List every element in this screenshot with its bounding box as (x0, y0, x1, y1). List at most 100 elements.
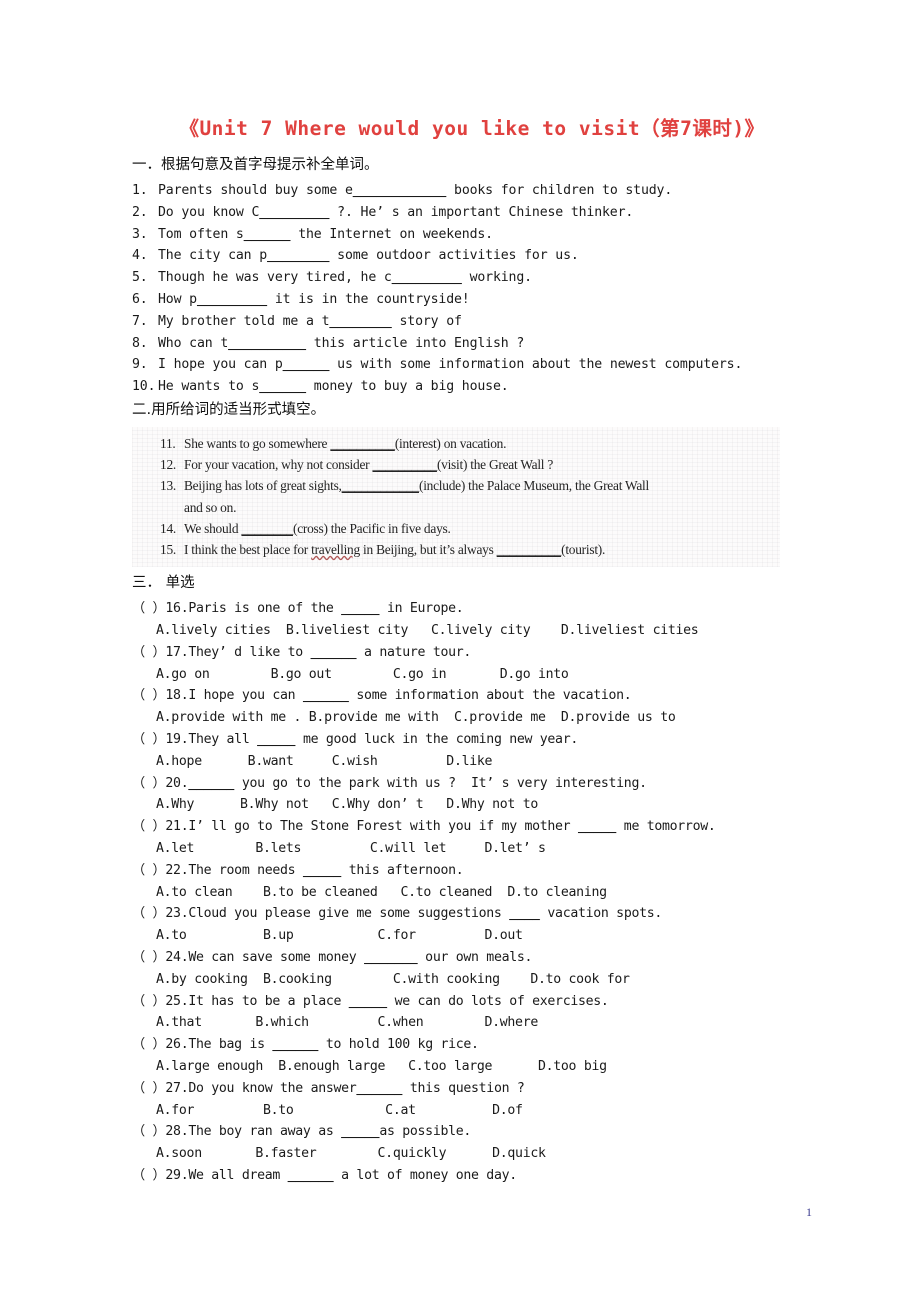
answer-bracket[interactable]: （ ） (132, 688, 166, 703)
mcq-stem-before-blank: I’ ll go to The Stone Forest with you if… (188, 819, 578, 835)
mcq-stem-after-blank: you go to the park with us ? It’ s very … (234, 775, 647, 791)
answer-blank[interactable]: ______ (259, 379, 306, 394)
item-text-before-blank: I hope you can p (158, 357, 283, 373)
mcq-question: （ ）19.They all _____ me good luck in the… (132, 729, 812, 751)
answer-blank[interactable]: __________ (497, 542, 562, 557)
answer-blank[interactable]: _____ (257, 732, 296, 747)
answer-blank[interactable]: _________ (197, 292, 267, 307)
answer-bracket[interactable]: （ ） (132, 863, 166, 878)
item-number: 1. (132, 183, 148, 199)
item-text-before-blank: She wants to go somewhere (184, 436, 331, 451)
mcq-stem-before-blank: We all dream (188, 1167, 288, 1183)
answer-blank[interactable]: ______ (303, 688, 349, 703)
answer-bracket[interactable]: （ ） (132, 1124, 166, 1139)
answer-blank[interactable]: __________ (228, 336, 306, 351)
item-number: 8. (132, 335, 148, 351)
mcq-stem-before-blank: They all (188, 732, 258, 748)
answer-blank[interactable]: _____ (349, 994, 388, 1009)
answer-blank[interactable]: ________ (329, 314, 391, 329)
mcq-question: （ ）29.We all dream ______ a lot of money… (132, 1165, 812, 1187)
item-number: 23. (165, 906, 189, 922)
section-one-item: 9. I hope you can p______ us with some in… (132, 354, 812, 376)
answer-bracket[interactable]: （ ） (132, 950, 166, 965)
item-number: 9. (132, 357, 148, 373)
worksheet-page: 《Unit 7 Where would you like to visit（第7… (0, 0, 920, 1294)
answer-blank[interactable]: _____ (341, 1124, 380, 1139)
answer-bracket[interactable]: （ ） (132, 1168, 166, 1183)
item-number: 2. (132, 204, 148, 220)
mcq-options[interactable]: A.that B.which C.when D.where (132, 1012, 812, 1034)
answer-blank[interactable]: ______ (188, 776, 234, 791)
answer-blank[interactable]: _____ (578, 819, 617, 834)
answer-blank[interactable]: _______ (364, 950, 418, 965)
mcq-options[interactable]: A.by cooking B.cooking C.with cooking D.… (132, 969, 812, 991)
item-text-after-blank: (include) the Palace Museum, the Great W… (418, 478, 649, 494)
answer-blank[interactable]: ______ (356, 1081, 402, 1096)
mcq-stem-after-blank: in Europe. (379, 601, 464, 617)
section-one-item: 3. Tom often s______ the Internet on week… (132, 224, 812, 246)
mcq-options[interactable]: A.to clean B.to be cleaned C.to cleaned … (132, 882, 812, 904)
section-two-heading: 二.用所给词的适当形式填空。 (132, 401, 326, 418)
answer-bracket[interactable]: （ ） (132, 819, 166, 834)
mcq-question: （ ）25.It has to be a place _____ we can … (132, 991, 812, 1013)
answer-bracket[interactable]: （ ） (132, 601, 166, 616)
answer-blank[interactable]: __________ (372, 457, 437, 472)
mcq-options[interactable]: A.large enough B.enough large C.too larg… (132, 1056, 812, 1078)
answer-bracket[interactable]: （ ） (132, 776, 166, 791)
answer-blank[interactable]: ____ (509, 906, 540, 921)
answer-blank[interactable]: ____________ (353, 183, 447, 198)
answer-blank[interactable]: _________ (392, 270, 462, 285)
answer-bracket[interactable]: （ ） (132, 732, 166, 747)
item-text-after-blank: story of (391, 313, 462, 329)
mcq-options[interactable]: A.go on B.go out C.go in D.go into (132, 664, 812, 686)
item-text-after-blank: the Internet on weekends. (290, 226, 493, 242)
section-one-item: 7. My brother told me a t________ story o… (132, 311, 812, 333)
answer-blank[interactable]: ______ (311, 645, 357, 660)
item-text-before-blank: For your vacation, why not consider (184, 457, 373, 473)
answer-blank[interactable]: ______ (288, 1168, 334, 1183)
mcq-stem-after-blank: me good luck in the coming new year. (295, 732, 578, 748)
item-number: 22. (165, 862, 189, 878)
answer-bracket[interactable]: （ ） (132, 1081, 166, 1096)
mcq-options[interactable]: A.soon B.faster C.quickly D.quick (132, 1143, 812, 1165)
answer-blank[interactable]: ________ (267, 248, 329, 263)
mcq-stem-after-blank: our own meals. (417, 949, 533, 965)
answer-blank[interactable]: ______ (272, 1037, 318, 1052)
answer-bracket[interactable]: （ ） (132, 906, 166, 921)
answer-blank[interactable]: ____________ (342, 478, 420, 493)
item-text-before-blank: Parents should buy some e (158, 183, 353, 199)
mcq-question: （ ）16.Paris is one of the _____ in Europ… (132, 598, 812, 620)
answer-blank[interactable]: ________ (241, 521, 293, 536)
answer-blank[interactable]: _________ (259, 205, 329, 220)
section-two-item: 11. She wants to go somewhere __________(… (132, 433, 780, 454)
mcq-options[interactable]: A.to B.up C.for D.out (132, 925, 812, 947)
answer-blank[interactable]: ______ (283, 357, 330, 372)
answer-blank[interactable]: _____ (341, 601, 380, 616)
answer-bracket[interactable]: （ ） (132, 645, 166, 660)
answer-bracket[interactable]: （ ） (132, 994, 166, 1009)
mcq-options[interactable]: A.provide with me . B.provide me with C.… (132, 707, 812, 729)
mcq-stem-after-blank: to hold 100 kg rice. (318, 1037, 479, 1053)
mcq-options[interactable]: A.lively cities B.liveliest city C.livel… (132, 620, 812, 642)
item-text-before-blank: How p (158, 292, 197, 307)
mcq-options[interactable]: A.Why B.Why not C.Why don’ t D.Why not t… (132, 794, 812, 816)
answer-bracket[interactable]: （ ） (132, 1037, 166, 1052)
mcq-question: （ ）21.I’ ll go to The Stone Forest with … (132, 816, 812, 838)
mcq-options[interactable]: A.hope B.want C.wish D.like (132, 751, 812, 773)
item-text-before-blank: He wants to s (158, 379, 260, 395)
item-number: 25. (165, 993, 189, 1009)
mcq-options[interactable]: A.let B.lets C.will let D.let’ s (132, 838, 812, 860)
section-two-item: 13. Beijing has lots of great sights,____… (132, 475, 780, 496)
mcq-options[interactable]: A.for B.to C.at D.of (132, 1100, 812, 1122)
mcq-stem-before-blank: We can save some money (188, 949, 365, 965)
mcq-stem-after-blank: we can do lots of exercises. (386, 993, 609, 1009)
answer-blank[interactable]: ______ (244, 227, 291, 242)
section-one-list: 1. Parents should buy some e____________ … (132, 180, 812, 398)
mcq-stem-before-blank: It has to be a place (188, 993, 349, 1009)
section-one-item: 2. Do you know C_________ ?. He’ s an imp… (132, 202, 812, 224)
mcq-stem-before-blank: The boy ran away as (188, 1124, 342, 1140)
item-number: 12. (160, 457, 176, 473)
answer-blank[interactable]: _____ (303, 863, 342, 878)
item-text-before-blank: I think the best place for travelling in… (184, 542, 497, 558)
answer-blank[interactable]: __________ (330, 436, 395, 451)
